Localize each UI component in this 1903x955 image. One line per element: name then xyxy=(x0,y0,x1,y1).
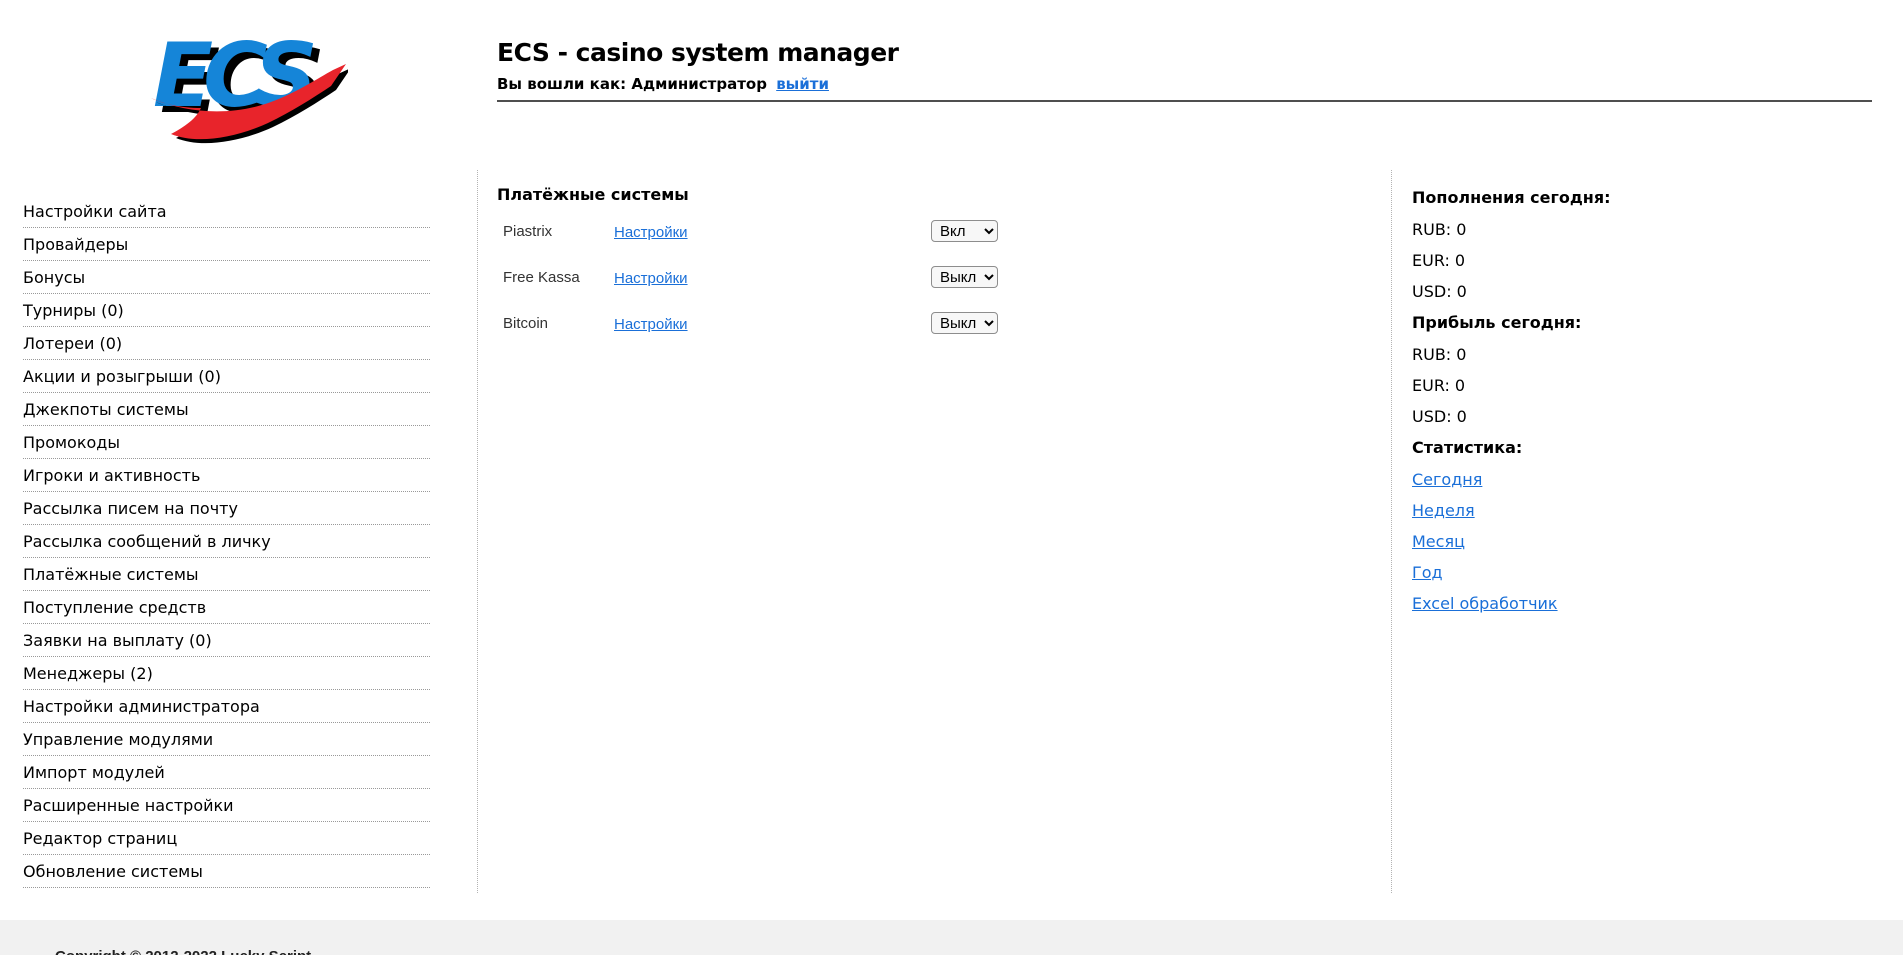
payment-settings-link[interactable]: Настройки xyxy=(614,224,688,241)
statistics-link-line: Месяц xyxy=(1412,532,1732,563)
right-column-divider xyxy=(1391,170,1392,893)
ecs-logo-image: ECS ECS xyxy=(151,24,351,144)
payment-row: Free Kassa Настройки ВклВыкл xyxy=(497,265,1357,289)
sidebar-item[interactable]: Промокоды xyxy=(23,426,430,459)
header-divider xyxy=(497,100,1872,102)
payment-name: Piastrix xyxy=(503,222,553,240)
statistics-heading: Статистика: xyxy=(1412,438,1523,457)
sidebar-item[interactable]: Бонусы xyxy=(23,261,430,294)
sidebar-item[interactable]: Платёжные системы xyxy=(23,558,430,591)
profit-today-heading: Прибыль сегодня: xyxy=(1412,313,1582,332)
currency-line: RUB: 0 xyxy=(1412,220,1732,251)
payment-name: Bitcoin xyxy=(503,314,549,332)
sidebar-item[interactable]: Обновление системы xyxy=(23,855,430,888)
currency-value: 0 xyxy=(1454,251,1466,270)
copyright-text: Copyright © 2012-2022 Lucky Script xyxy=(55,948,1903,955)
payment-systems-section: Платёжные системы Piastrix Настройки Вкл… xyxy=(497,185,1357,357)
logout-link[interactable]: выйти xyxy=(776,75,829,93)
page-title: ECS - casino system manager xyxy=(497,38,899,67)
sidebar-item[interactable]: Настройки сайта xyxy=(23,195,430,228)
sidebar-item[interactable]: Импорт модулей xyxy=(23,756,430,789)
statistics-link-line: Сегодня xyxy=(1412,470,1732,501)
profit-today-list: RUB: 0 EUR: 0 USD: 0 xyxy=(1412,345,1732,438)
currency-value: 0 xyxy=(1456,345,1467,364)
currency-label: USD: xyxy=(1412,282,1452,301)
currency-line: EUR: 0 xyxy=(1412,376,1732,407)
payment-settings-link[interactable]: Настройки xyxy=(614,316,688,333)
currency-label: EUR: xyxy=(1412,251,1450,270)
payment-row: Bitcoin Настройки ВклВыкл xyxy=(497,311,1357,335)
sidebar-item[interactable]: Игроки и активность xyxy=(23,459,430,492)
sidebar-item[interactable]: Управление модулями xyxy=(23,723,430,756)
statistics-links: Сегодня Неделя Месяц Год Excel обработчи… xyxy=(1412,470,1732,625)
currency-line: RUB: 0 xyxy=(1412,345,1732,376)
statistics-link-line: Неделя xyxy=(1412,501,1732,532)
left-column-divider xyxy=(477,170,478,893)
sidebar-item[interactable]: Провайдеры xyxy=(23,228,430,261)
statistics-link[interactable]: Сегодня xyxy=(1412,470,1482,489)
statistics-link[interactable]: Год xyxy=(1412,563,1443,582)
sidebar-item[interactable]: Джекпоты системы xyxy=(23,393,430,426)
sidebar-item[interactable]: Турниры (0) xyxy=(23,294,430,327)
login-user: Администратор xyxy=(631,75,767,93)
sidebar-item[interactable]: Поступление средств xyxy=(23,591,430,624)
sidebar-item[interactable]: Заявки на выплату (0) xyxy=(23,624,430,657)
payment-row: Piastrix Настройки ВклВыкл xyxy=(497,219,1357,243)
currency-value: 0 xyxy=(1456,282,1467,301)
sidebar-item[interactable]: Рассылка сообщений в личку xyxy=(23,525,430,558)
sidebar-menu: Настройки сайта Провайдеры Бонусы Турнир… xyxy=(23,195,430,888)
payments-heading: Платёжные системы xyxy=(497,185,689,204)
deposits-today-list: RUB: 0 EUR: 0 USD: 0 xyxy=(1412,220,1732,313)
statistics-link-line: Год xyxy=(1412,563,1732,594)
currency-value: 0 xyxy=(1454,376,1466,395)
payment-name: Free Kassa xyxy=(503,268,580,286)
sidebar-item[interactable]: Настройки администратора xyxy=(23,690,430,723)
currency-label: USD: xyxy=(1412,407,1452,426)
sidebar-item[interactable]: Редактор страниц xyxy=(23,822,430,855)
header: ECS - casino system manager Вы вошли как… xyxy=(497,38,899,93)
currency-value: 0 xyxy=(1456,220,1467,239)
currency-label: RUB: xyxy=(1412,220,1452,239)
payment-state-select[interactable]: ВклВыкл xyxy=(931,220,998,242)
currency-line: USD: 0 xyxy=(1412,282,1732,313)
ecs-logo: ECS ECS xyxy=(133,20,351,150)
currency-line: USD: 0 xyxy=(1412,407,1732,438)
login-as-label: Вы вошли как: xyxy=(497,75,627,93)
deposits-today-heading: Пополнения сегодня: xyxy=(1412,188,1611,207)
statistics-link[interactable]: Неделя xyxy=(1412,501,1475,520)
sidebar-item[interactable]: Расширенные настройки xyxy=(23,789,430,822)
login-status: Вы вошли как: Администратор выйти xyxy=(497,75,898,93)
stats-panel: Пополнения сегодня: RUB: 0 EUR: 0 USD: 0 Пр… xyxy=(1412,188,1732,625)
currency-value: 0 xyxy=(1456,407,1467,426)
statistics-link[interactable]: Excel обработчик xyxy=(1412,594,1558,613)
currency-line: EUR: 0 xyxy=(1412,251,1732,282)
statistics-link[interactable]: Месяц xyxy=(1412,532,1465,551)
sidebar-item[interactable]: Менеджеры (2) xyxy=(23,657,430,690)
payment-state-select[interactable]: ВклВыкл xyxy=(931,312,998,334)
currency-label: EUR: xyxy=(1412,376,1450,395)
statistics-link-line: Excel обработчик xyxy=(1412,594,1732,625)
sidebar-item[interactable]: Рассылка писем на почту xyxy=(23,492,430,525)
currency-label: RUB: xyxy=(1412,345,1452,364)
payment-rows: Piastrix Настройки ВклВыкл Free Kassa На… xyxy=(497,219,1357,335)
footer: Copyright © 2012-2022 Lucky Script xyxy=(0,920,1903,955)
payment-state-select[interactable]: ВклВыкл xyxy=(931,266,998,288)
sidebar-item[interactable]: Лотереи (0) xyxy=(23,327,430,360)
sidebar-item[interactable]: Акции и розыгрыши (0) xyxy=(23,360,430,393)
payment-settings-link[interactable]: Настройки xyxy=(614,270,688,287)
